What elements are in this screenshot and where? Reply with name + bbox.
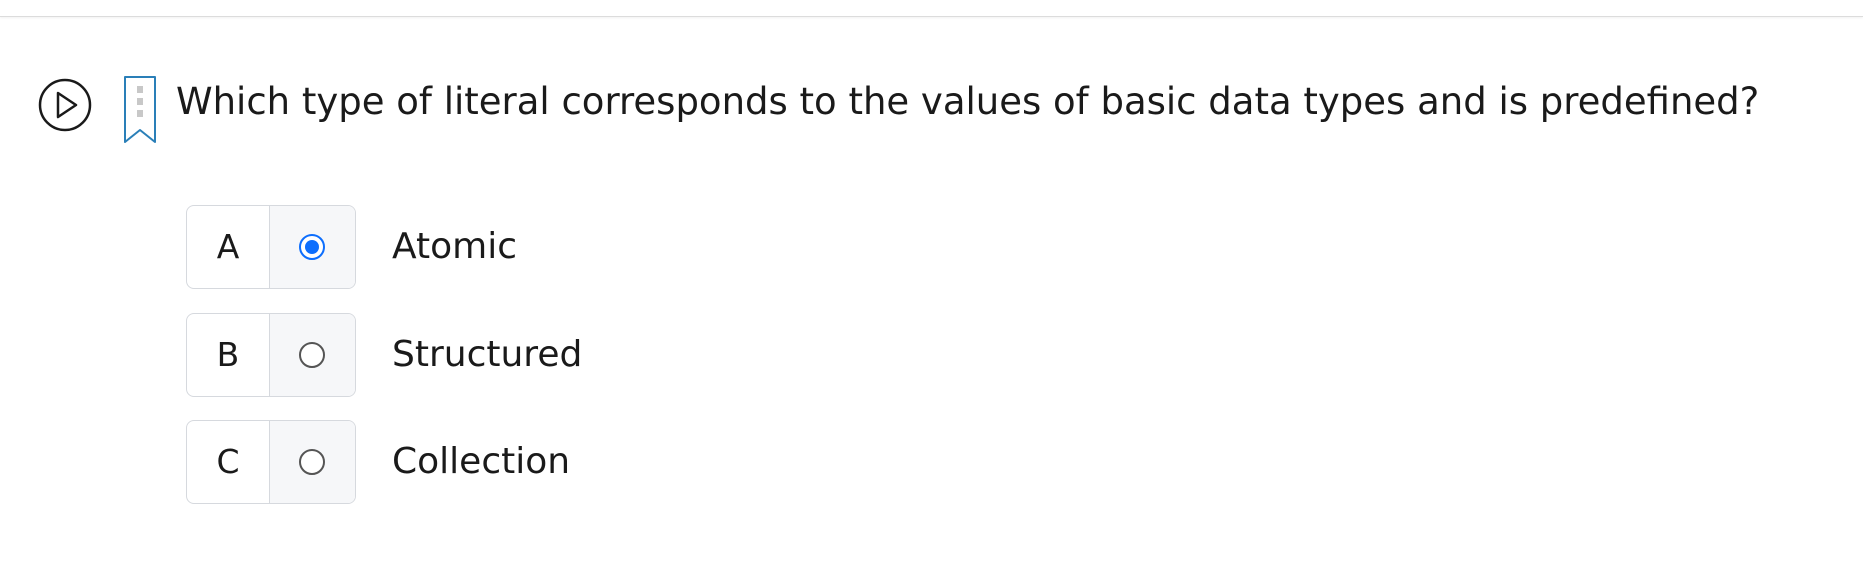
option-c-label: Collection (392, 441, 571, 482)
top-divider (0, 0, 1863, 17)
option-a-label: Atomic (392, 226, 517, 267)
option-c-letter: C (187, 421, 270, 503)
option-a-letter: A (187, 206, 270, 288)
option-b[interactable]: B Structured (186, 313, 906, 397)
option-a-radio[interactable] (299, 234, 325, 260)
option-c[interactable]: C Collection (186, 420, 906, 504)
option-c-radio-cell (270, 421, 355, 503)
option-a[interactable]: A Atomic (186, 205, 906, 289)
play-circle-icon (38, 78, 92, 132)
question-text: Which type of literal corresponds to the… (176, 80, 1760, 123)
option-a-radio-cell (270, 206, 355, 288)
bookmark-icon (124, 76, 156, 143)
option-a-box: A (186, 205, 356, 289)
option-b-box: B (186, 313, 356, 397)
option-c-box: C (186, 420, 356, 504)
option-b-letter: B (187, 314, 270, 396)
option-c-radio[interactable] (299, 449, 325, 475)
bookmark-button[interactable] (122, 74, 158, 146)
option-b-label: Structured (392, 334, 583, 375)
option-b-radio[interactable] (299, 342, 325, 368)
option-b-radio-cell (270, 314, 355, 396)
play-audio-button[interactable] (38, 78, 92, 132)
